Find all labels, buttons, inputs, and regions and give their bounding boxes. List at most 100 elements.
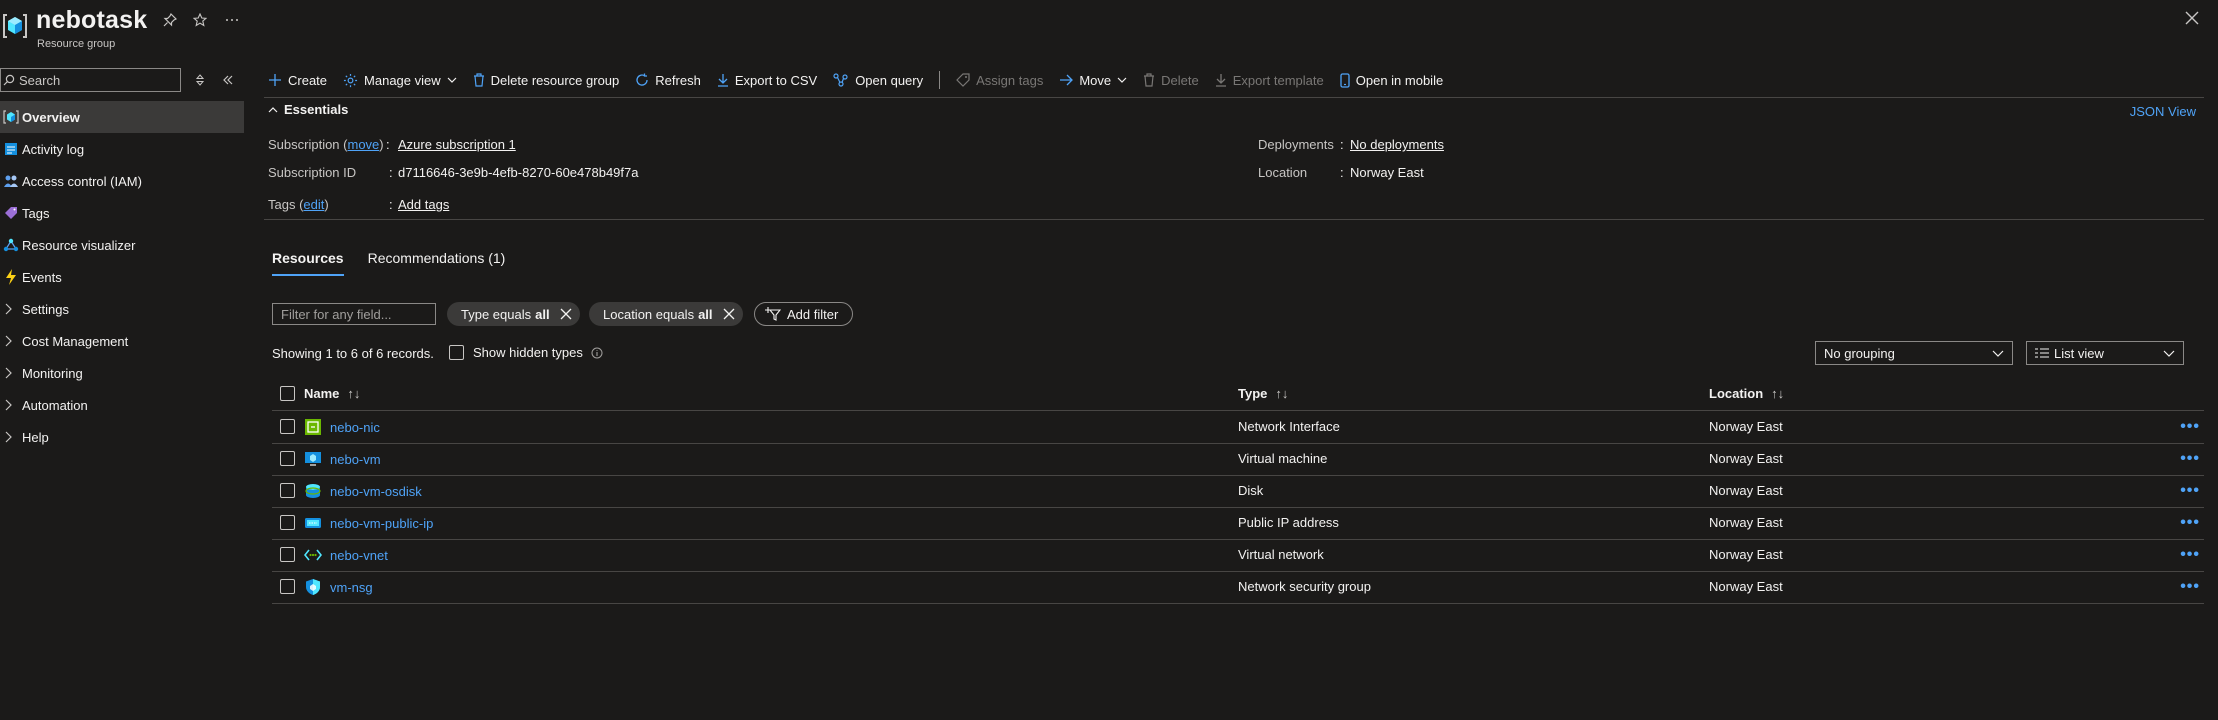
more-actions-icon[interactable]: ••• bbox=[2180, 482, 2200, 500]
row-checkbox[interactable] bbox=[280, 579, 295, 594]
more-actions-icon[interactable]: ••• bbox=[2180, 546, 2200, 564]
visualizer-icon bbox=[0, 237, 22, 253]
delete-button[interactable]: Delete bbox=[1143, 73, 1199, 88]
create-label: Create bbox=[288, 72, 328, 88]
type-filter-pill[interactable]: Type equals all bbox=[447, 302, 580, 326]
more-actions-icon[interactable]: ••• bbox=[2180, 514, 2200, 532]
row-checkbox[interactable] bbox=[280, 451, 295, 466]
sidebar-item-tags[interactable]: Tags bbox=[0, 197, 244, 229]
create-button[interactable]: Create bbox=[268, 73, 327, 88]
resource-name-link[interactable]: nebo-vm-osdisk bbox=[330, 484, 422, 499]
deployments-link[interactable]: No deployments bbox=[1350, 137, 1444, 152]
sidebar-item-access-control[interactable]: Access control (IAM) bbox=[0, 165, 244, 197]
tab-resources[interactable]: Resources bbox=[272, 250, 344, 276]
close-icon[interactable] bbox=[723, 308, 735, 320]
more-options-icon[interactable] bbox=[222, 10, 242, 30]
more-actions-icon[interactable]: ••• bbox=[2180, 578, 2200, 596]
sidebar-item-help[interactable]: Help bbox=[0, 421, 244, 453]
resource-name-link[interactable]: nebo-vm-public-ip bbox=[330, 516, 433, 531]
search-icon bbox=[3, 74, 15, 86]
more-actions-icon[interactable]: ••• bbox=[2180, 450, 2200, 468]
type-filter-label: Type equals bbox=[461, 306, 532, 322]
subscription-label-text: Subscription ( bbox=[268, 137, 348, 152]
sidebar-item-label: Overview bbox=[22, 109, 80, 125]
chevron-down-icon bbox=[447, 77, 457, 83]
sidebar-item-label: Settings bbox=[22, 301, 69, 317]
manage-view-button[interactable]: Manage view bbox=[343, 73, 457, 88]
add-tags-link[interactable]: Add tags bbox=[398, 197, 449, 212]
tab-recommendations[interactable]: Recommendations (1) bbox=[368, 250, 506, 276]
pin-icon[interactable] bbox=[160, 10, 180, 30]
essentials-toggle[interactable]: Essentials bbox=[268, 102, 348, 117]
grouping-dropdown[interactable]: No grouping bbox=[1815, 341, 2013, 365]
checkbox[interactable] bbox=[449, 345, 464, 360]
close-icon[interactable] bbox=[2184, 10, 2204, 30]
sort-toggle-icon[interactable] bbox=[192, 72, 208, 88]
open-in-mobile-label: Open in mobile bbox=[1355, 72, 1444, 88]
resource-name-link[interactable]: nebo-vnet bbox=[330, 548, 388, 563]
colon: : bbox=[1340, 137, 1344, 152]
table-row[interactable]: vm-nsg Network security group Norway Eas… bbox=[272, 571, 2204, 604]
filter-box[interactable] bbox=[272, 303, 439, 325]
tag-icon bbox=[0, 206, 22, 220]
sidebar-item-resource-visualizer[interactable]: Resource visualizer bbox=[0, 229, 244, 261]
show-hidden-types-label: Show hidden types bbox=[473, 345, 583, 360]
sidebar-item-automation[interactable]: Automation bbox=[0, 389, 244, 421]
row-checkbox[interactable] bbox=[280, 515, 295, 530]
export-template-button[interactable]: Export template bbox=[1215, 73, 1324, 88]
column-header-location[interactable]: Location ↑↓ bbox=[1709, 386, 1784, 401]
move-label: Move bbox=[1079, 72, 1112, 88]
sidebar-item-activity-log[interactable]: Activity log bbox=[0, 133, 244, 165]
resource-name-link[interactable]: nebo-vm bbox=[330, 452, 381, 467]
column-header-name[interactable]: Name ↑↓ bbox=[304, 386, 360, 401]
disk-icon bbox=[304, 482, 322, 500]
filter-input[interactable] bbox=[273, 304, 439, 325]
column-header-type[interactable]: Type ↑↓ bbox=[1238, 386, 1288, 401]
tags-edit-link[interactable]: edit bbox=[303, 197, 324, 212]
resource-name-link[interactable]: nebo-nic bbox=[330, 420, 380, 435]
sidebar-item-monitoring[interactable]: Monitoring bbox=[0, 357, 244, 389]
sidebar-item-cost-management[interactable]: Cost Management bbox=[0, 325, 244, 357]
sidebar-item-overview[interactable]: Overview bbox=[0, 101, 244, 133]
info-icon[interactable] bbox=[591, 347, 603, 359]
table-row[interactable]: nebo-nic Network Interface Norway East •… bbox=[272, 411, 2204, 444]
sidebar-item-label: Access control (IAM) bbox=[22, 173, 142, 189]
table-row[interactable]: nebo-vm-osdisk Disk Norway East ••• bbox=[272, 475, 2204, 508]
export-csv-button[interactable]: Export to CSV bbox=[717, 73, 817, 88]
sidebar-item-events[interactable]: Events bbox=[0, 261, 244, 293]
view-mode-dropdown[interactable]: List view bbox=[2026, 341, 2184, 365]
row-checkbox[interactable] bbox=[280, 419, 295, 434]
resource-location: Norway East bbox=[1709, 515, 1783, 530]
json-view-link[interactable]: JSON View bbox=[2130, 104, 2196, 119]
open-query-button[interactable]: Open query bbox=[833, 73, 923, 88]
move-button[interactable]: Move bbox=[1059, 73, 1127, 88]
table-row[interactable]: nebo-vnet Virtual network Norway East ••… bbox=[272, 539, 2204, 572]
arrow-right-icon bbox=[1059, 74, 1074, 86]
show-hidden-types-checkbox[interactable]: Show hidden types bbox=[449, 345, 603, 360]
row-checkbox[interactable] bbox=[280, 547, 295, 562]
table-row[interactable]: nebo-vm-public-ip Public IP address Norw… bbox=[272, 507, 2204, 540]
table-row[interactable]: nebo-vm Virtual machine Norway East ••• bbox=[272, 443, 2204, 476]
subscription-move-link[interactable]: move bbox=[347, 137, 379, 152]
star-icon[interactable] bbox=[190, 10, 210, 30]
add-filter-button[interactable]: Add filter bbox=[754, 302, 854, 326]
virtual-machine-icon bbox=[304, 450, 322, 468]
more-actions-icon[interactable]: ••• bbox=[2180, 418, 2200, 436]
sidebar-item-label: Events bbox=[22, 269, 62, 285]
query-icon bbox=[833, 73, 849, 87]
refresh-icon bbox=[635, 73, 649, 87]
delete-resource-group-button[interactable]: Delete resource group bbox=[473, 73, 619, 88]
close-icon[interactable] bbox=[560, 308, 572, 320]
location-filter-pill[interactable]: Location equals all bbox=[589, 302, 743, 326]
assign-tags-button[interactable]: Assign tags bbox=[956, 73, 1043, 88]
select-all-checkbox[interactable] bbox=[280, 386, 295, 401]
subscription-value-link[interactable]: Azure subscription 1 bbox=[398, 137, 516, 152]
row-checkbox[interactable] bbox=[280, 483, 295, 498]
sidebar-search-input[interactable] bbox=[15, 72, 169, 88]
collapse-sidebar-icon[interactable] bbox=[220, 72, 236, 88]
resource-name-link[interactable]: vm-nsg bbox=[330, 580, 373, 595]
open-in-mobile-button[interactable]: Open in mobile bbox=[1340, 73, 1443, 88]
sidebar-search-box[interactable] bbox=[0, 68, 181, 92]
sidebar-item-settings[interactable]: Settings bbox=[0, 293, 244, 325]
refresh-button[interactable]: Refresh bbox=[635, 73, 701, 88]
